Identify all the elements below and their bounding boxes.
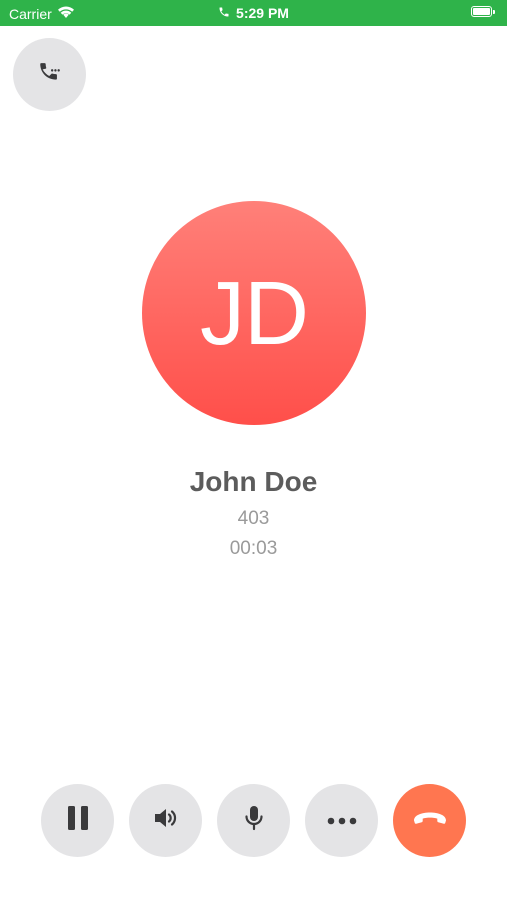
status-time: 5:29 PM: [236, 5, 289, 21]
status-center: 5:29 PM: [0, 5, 507, 21]
call-duration: 00:03: [229, 538, 278, 559]
end-call-button[interactable]: [393, 784, 466, 857]
caller-name: John Doe: [189, 466, 318, 497]
pause-icon: [65, 804, 91, 837]
dialpad-button[interactable]: [13, 38, 86, 111]
more-dots-icon: [327, 812, 357, 830]
hangup-icon: [412, 810, 448, 831]
hold-button[interactable]: [41, 784, 114, 857]
mute-button[interactable]: [217, 784, 290, 857]
more-button[interactable]: [305, 784, 378, 857]
avatar-initials: JD: [200, 264, 309, 364]
status-bar: Carrier 5:29 PM: [0, 0, 507, 26]
caller-avatar: JD: [142, 201, 366, 425]
microphone-icon: [243, 804, 265, 837]
caller-number: 403: [237, 508, 270, 529]
phone-icon: [218, 5, 230, 21]
speaker-icon: [153, 806, 179, 835]
speaker-button[interactable]: [129, 784, 202, 857]
dialpad-phone-icon: [37, 59, 63, 90]
battery-icon: [471, 6, 497, 19]
